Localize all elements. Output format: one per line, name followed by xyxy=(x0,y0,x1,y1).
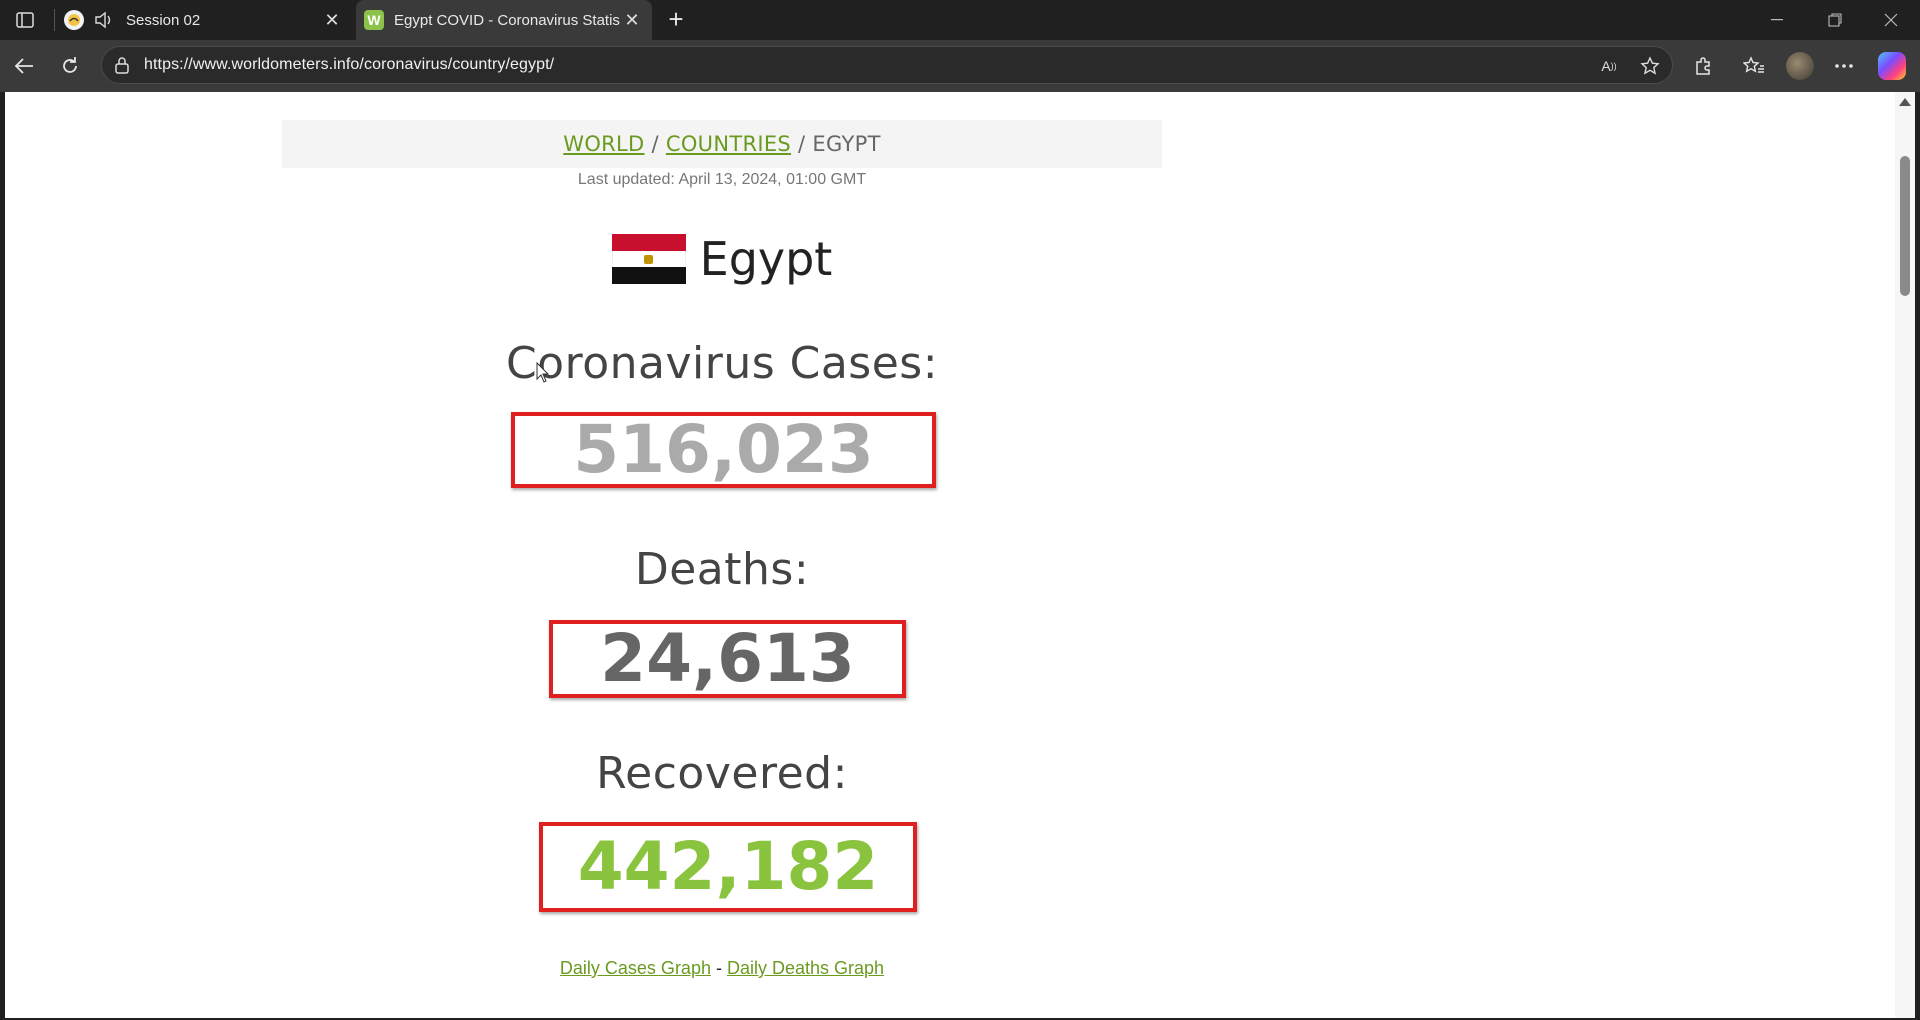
read-aloud-icon[interactable]: A)) xyxy=(1597,54,1621,78)
graph-links: Daily Cases Graph - Daily Deaths Graph xyxy=(282,958,1162,979)
mouse-cursor-icon xyxy=(536,361,550,389)
breadcrumb-countries-link[interactable]: COUNTRIES xyxy=(666,132,791,156)
close-tab-icon[interactable]: ✕ xyxy=(320,8,344,32)
breadcrumb-separator: / xyxy=(651,132,659,156)
deaths-label: Deaths: xyxy=(634,544,810,595)
close-window-icon[interactable] xyxy=(1862,0,1920,40)
tab-title: Egypt COVID - Coronavirus Statistics xyxy=(394,11,620,29)
restore-icon[interactable] xyxy=(1806,0,1864,40)
deaths-value: 24,613 xyxy=(600,620,855,697)
tab-title: Session 02 xyxy=(126,11,201,29)
cases-value: 516,023 xyxy=(573,411,874,488)
worldometers-favicon-icon: W xyxy=(364,10,384,30)
new-tab-icon[interactable]: + xyxy=(664,6,688,32)
deaths-highlight-box: 24,613 xyxy=(549,620,906,698)
tab-strip: Session 02 ✕ W Egypt COVID - Coronavirus… xyxy=(0,0,1920,40)
tab-divider xyxy=(54,9,55,31)
more-options-icon[interactable] xyxy=(1830,52,1858,80)
page-viewport: WORLD / COUNTRIES / EGYPT Last updated: … xyxy=(5,92,1895,1018)
browser-toolbar: https://www.worldometers.info/coronaviru… xyxy=(0,40,1920,92)
favorite-star-icon[interactable] xyxy=(1638,54,1662,78)
favorites-icon[interactable] xyxy=(1740,52,1768,80)
breadcrumb-current: EGYPT xyxy=(812,132,881,156)
breadcrumb-separator: / xyxy=(798,132,806,156)
recovered-value: 442,182 xyxy=(577,828,879,905)
minimize-icon[interactable] xyxy=(1748,0,1806,40)
recovered-highlight-box: 442,182 xyxy=(539,822,917,912)
refresh-icon[interactable] xyxy=(56,52,84,80)
daily-cases-graph-link[interactable]: Daily Cases Graph xyxy=(560,958,711,978)
cases-label: Coronavirus Cases: xyxy=(505,338,939,389)
close-tab-icon[interactable]: ✕ xyxy=(620,8,644,32)
daily-deaths-graph-link[interactable]: Daily Deaths Graph xyxy=(727,958,884,978)
links-separator: - xyxy=(715,958,722,978)
address-bar[interactable]: https://www.worldometers.info/coronaviru… xyxy=(101,46,1673,84)
scroll-thumb[interactable] xyxy=(1900,156,1910,296)
breadcrumb: WORLD / COUNTRIES / EGYPT xyxy=(282,120,1162,168)
cases-highlight-box: 516,023 xyxy=(511,412,936,488)
site-info-icon[interactable] xyxy=(114,56,130,79)
scroll-up-arrow-icon[interactable] xyxy=(1899,98,1911,106)
recovered-label: Recovered: xyxy=(596,748,848,799)
window-edge xyxy=(1915,92,1920,1020)
extensions-icon[interactable] xyxy=(1689,52,1717,80)
tab-egypt-covid[interactable]: W Egypt COVID - Coronavirus Statistics ✕ xyxy=(356,0,652,40)
sidebar-toggle-icon[interactable] xyxy=(14,9,36,31)
country-name: Egypt xyxy=(699,232,833,286)
tab-session[interactable]: Session 02 ✕ xyxy=(56,0,352,40)
page-scrollbar[interactable] xyxy=(1895,92,1915,1018)
country-heading: Egypt xyxy=(282,232,1162,286)
copilot-icon[interactable] xyxy=(1878,52,1906,80)
breadcrumb-world-link[interactable]: WORLD xyxy=(563,132,644,156)
session-favicon-icon xyxy=(64,10,84,30)
back-icon[interactable] xyxy=(10,52,38,80)
profile-avatar[interactable] xyxy=(1786,52,1814,80)
speaker-icon[interactable] xyxy=(94,11,114,29)
egypt-flag-icon xyxy=(611,234,686,285)
last-updated-text: Last updated: April 13, 2024, 01:00 GMT xyxy=(577,171,867,188)
url-text[interactable]: https://www.worldometers.info/coronaviru… xyxy=(144,56,554,74)
